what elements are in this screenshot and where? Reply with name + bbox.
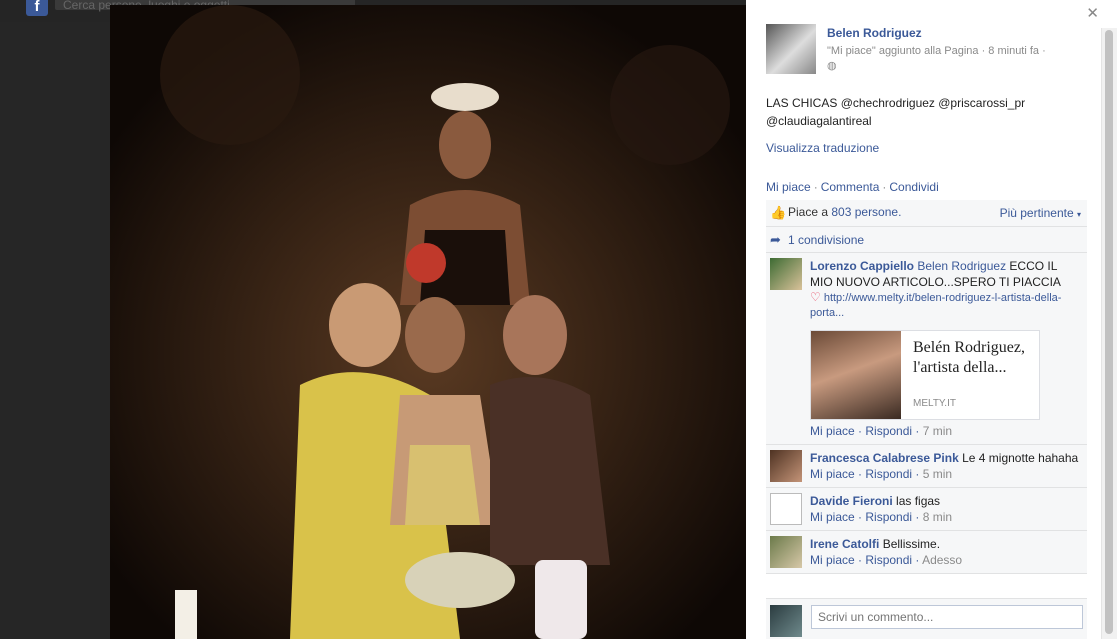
shares-count[interactable]: 1 condivisione xyxy=(788,233,864,247)
comment-like[interactable]: Mi piace xyxy=(810,510,855,524)
comment-item: Davide Fieroni las figas Mi piace · Risp… xyxy=(766,488,1087,531)
commenter-name[interactable]: Lorenzo Cappiello xyxy=(810,259,914,273)
comment-avatar[interactable] xyxy=(770,450,802,482)
comment-mention[interactable]: Belen Rodriguez xyxy=(917,259,1006,273)
share-link[interactable]: Condividi xyxy=(889,180,938,194)
comment-time[interactable]: Adesso xyxy=(922,553,962,567)
shares-row[interactable]: ➦ 1 condivisione xyxy=(766,227,1087,253)
comment-like[interactable]: Mi piace xyxy=(810,553,855,567)
commenter-name[interactable]: Francesca Calabrese Pink xyxy=(810,451,959,465)
link-preview-card[interactable]: Belén Rodriguez, l'artista della... MELT… xyxy=(810,330,1040,420)
scrollbar[interactable] xyxy=(1101,28,1117,639)
comment-text: las figas xyxy=(896,494,941,508)
comment-avatar[interactable] xyxy=(770,536,802,568)
like-link[interactable]: Mi piace xyxy=(766,180,811,194)
comment-reply[interactable]: Rispondi xyxy=(865,467,912,481)
comment-avatar[interactable] xyxy=(770,258,802,290)
likes-count-link[interactable]: 803 persone. xyxy=(831,205,901,219)
close-icon[interactable]: ✕ xyxy=(1086,4,1099,22)
thumbs-up-icon: 👍 xyxy=(770,205,787,220)
post-meta-text: "Mi piace" aggiunto alla Pagina · 8 minu… xyxy=(827,45,1046,57)
comment-body: Davide Fieroni las figas xyxy=(810,493,1081,509)
comment-like[interactable]: Mi piace xyxy=(810,467,855,481)
translate-link[interactable]: Visualizza traduzione xyxy=(766,141,879,155)
comment-meta: Mi piace · Rispondi · 8 min xyxy=(810,510,953,524)
post-actions: Mi piace · Commenta · Condividi xyxy=(766,180,939,194)
scrollbar-thumb[interactable] xyxy=(1105,30,1113,634)
sort-dropdown[interactable]: Più pertinente ▾ xyxy=(1000,206,1081,220)
comment-link-text[interactable]: http://www.melty.it/belen-rodriguez-l-ar… xyxy=(810,292,1061,319)
comment-time[interactable]: 7 min xyxy=(923,424,952,438)
author-name[interactable]: Belen Rodriguez xyxy=(827,26,922,40)
comment-reply[interactable]: Rispondi xyxy=(865,553,912,567)
link-preview-title[interactable]: Belén Rodriguez, l'artista della... xyxy=(913,338,1038,378)
comment-text: Le 4 mignotte hahaha xyxy=(962,451,1079,465)
comment-text: Bellissime. xyxy=(882,537,941,551)
comment-input[interactable] xyxy=(811,605,1083,629)
feedback-section: 👍 Piace a 803 persone. Più pertinente ▾ … xyxy=(766,200,1087,574)
comment-meta: Mi piace · Rispondi · 7 min xyxy=(810,424,953,438)
comment-meta: Mi piace · Rispondi · Adesso xyxy=(810,553,963,567)
sort-label: Più pertinente xyxy=(999,206,1074,220)
comment-body: Lorenzo Cappiello Belen Rodriguez ECCO I… xyxy=(810,258,1081,290)
post-photo[interactable] xyxy=(110,5,746,639)
comment-link[interactable]: ♡ http://www.melty.it/belen-rodriguez-l-… xyxy=(810,290,1081,321)
likes-prefix: Piace a xyxy=(788,205,832,219)
heart-icon: ♡ xyxy=(810,290,821,304)
commenter-name[interactable]: Davide Fieroni xyxy=(810,494,893,508)
comment-body: Irene Catolfi Bellissime. xyxy=(810,536,1081,552)
comment-link[interactable]: Commenta xyxy=(821,180,880,194)
post-meta: "Mi piace" aggiunto alla Pagina · 8 minu… xyxy=(827,44,1087,74)
likes-row: 👍 Piace a 803 persone. Più pertinente ▾ xyxy=(766,200,1087,227)
post-text: LAS CHICAS @chechrodriguez @priscarossi_… xyxy=(766,96,1026,128)
comment-meta: Mi piace · Rispondi · 5 min xyxy=(810,467,953,481)
comment-composer xyxy=(766,598,1087,639)
comment-time[interactable]: 5 min xyxy=(923,467,952,481)
author-avatar[interactable] xyxy=(766,24,816,74)
dimmed-backdrop[interactable] xyxy=(0,22,110,639)
link-preview-image[interactable] xyxy=(811,331,901,419)
comment-body: Francesca Calabrese Pink Le 4 mignotte h… xyxy=(810,450,1081,466)
commenter-name[interactable]: Irene Catolfi xyxy=(810,537,879,551)
chevron-down-icon: ▾ xyxy=(1076,210,1081,219)
comment-reply[interactable]: Rispondi xyxy=(865,510,912,524)
comment-time[interactable]: 8 min xyxy=(923,510,952,524)
viewer-avatar xyxy=(770,605,802,637)
comment-avatar[interactable] xyxy=(770,493,802,525)
link-preview-source: MELTY.IT xyxy=(913,398,956,409)
globe-icon[interactable]: ◍ xyxy=(827,60,837,72)
share-arrow-icon: ➦ xyxy=(770,232,781,247)
comment-item: Lorenzo Cappiello Belen Rodriguez ECCO I… xyxy=(766,253,1087,445)
post-side-panel: ✕ Belen Rodriguez "Mi piace" aggiunto al… xyxy=(746,0,1117,639)
comment-item: Irene Catolfi Bellissime. Mi piace · Ris… xyxy=(766,531,1087,574)
comment-item: Francesca Calabrese Pink Le 4 mignotte h… xyxy=(766,445,1087,488)
facebook-logo-icon[interactable]: f xyxy=(26,0,48,16)
comment-like[interactable]: Mi piace xyxy=(810,424,855,438)
comment-reply[interactable]: Rispondi xyxy=(865,424,912,438)
